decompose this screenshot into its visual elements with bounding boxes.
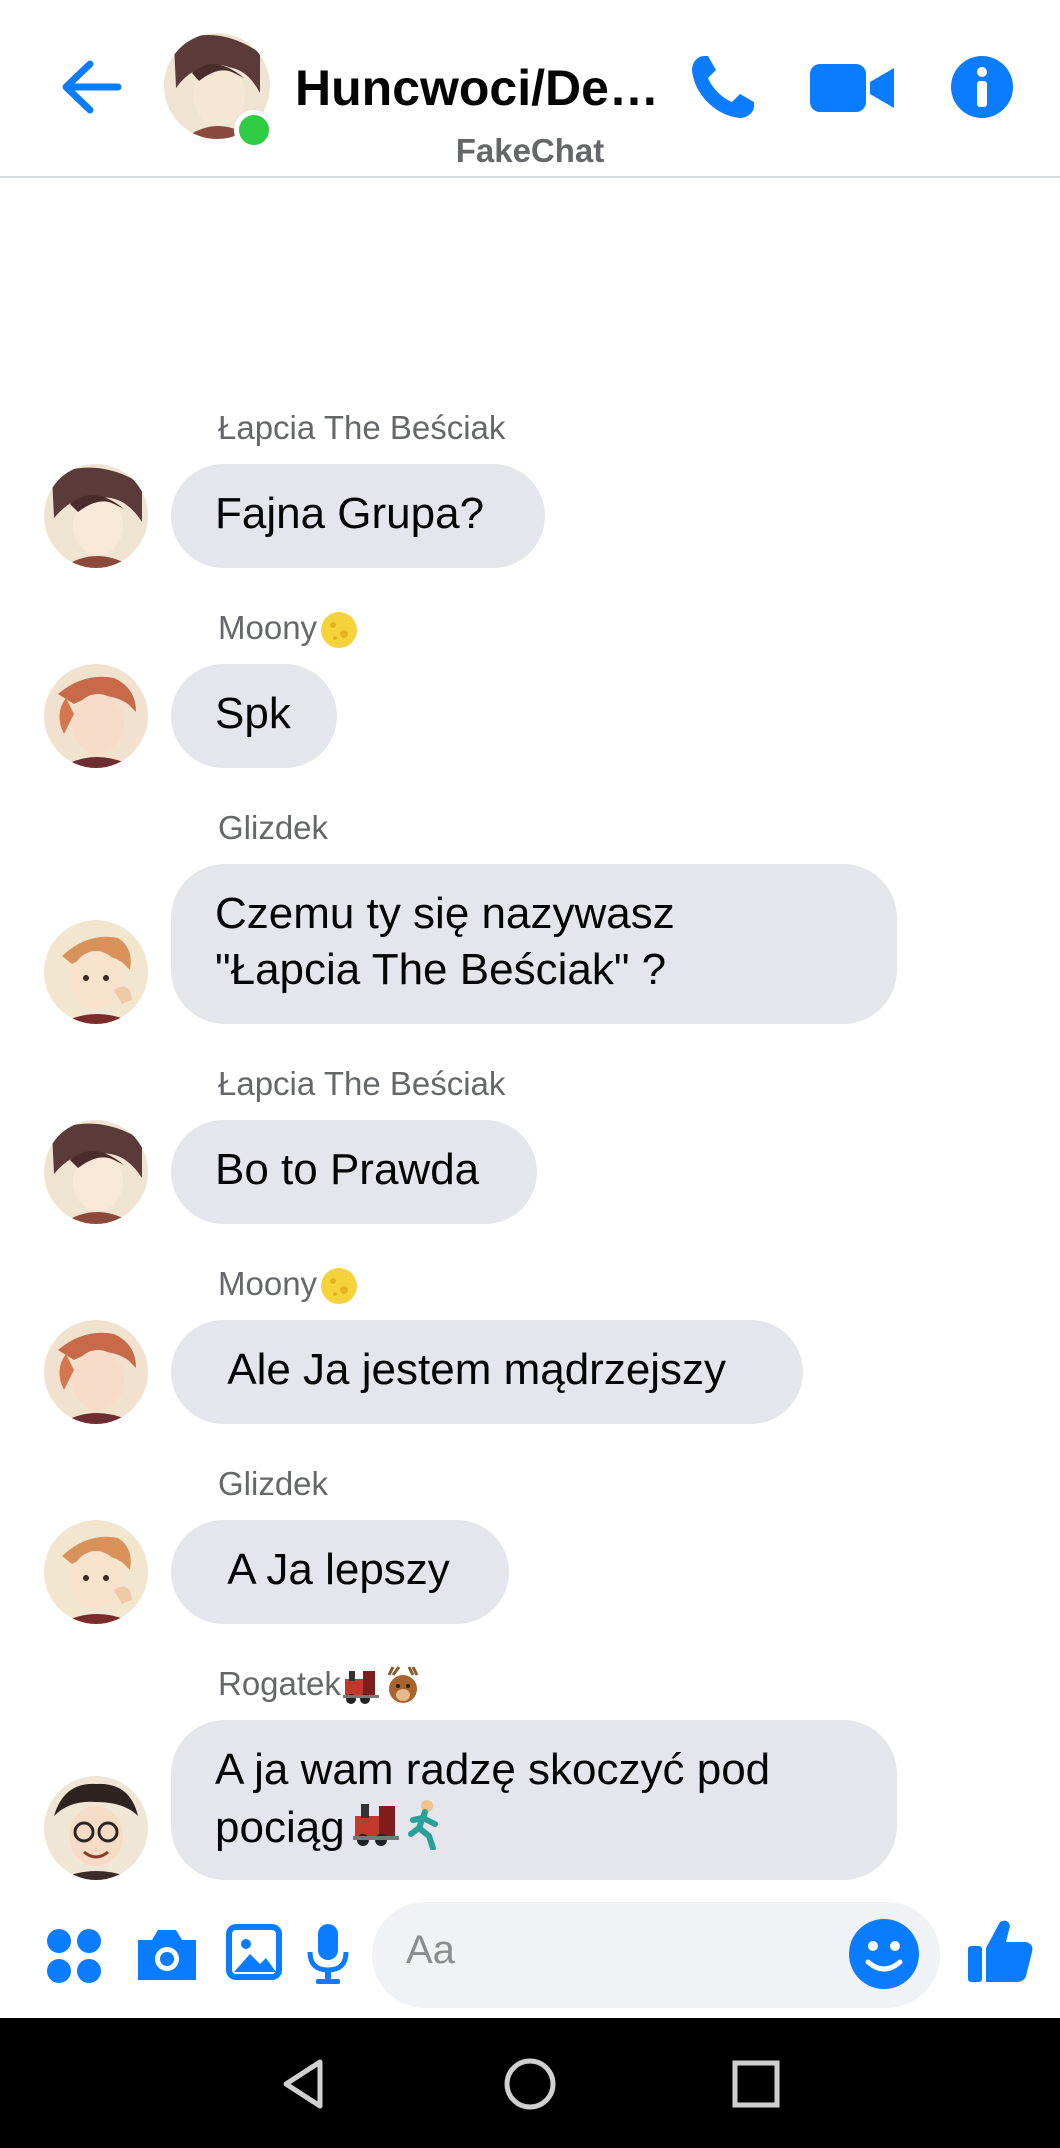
locomotive-and-runner-emoji-icon (352, 1800, 438, 1850)
camera-icon[interactable] (134, 1924, 200, 1984)
avatar-lapcia[interactable] (44, 1120, 148, 1224)
message-bubble[interactable]: Ale Ja jestem mądrzejszy (171, 1320, 803, 1424)
chat-title[interactable]: Huncwoci/Deb… (295, 58, 665, 118)
recents-square-icon[interactable] (728, 2056, 784, 2112)
home-circle-icon[interactable] (502, 2056, 558, 2112)
message-input[interactable]: Aa (372, 1902, 940, 2008)
system-navigation-bar (0, 2018, 1060, 2148)
avatar-rogatek[interactable] (44, 1776, 148, 1880)
message-input-placeholder: Aa (406, 1928, 455, 1972)
microphone-icon[interactable] (306, 1922, 350, 1986)
avatar-lapcia[interactable] (44, 464, 148, 568)
message-bubble[interactable]: Bo to Prawda (171, 1120, 537, 1224)
sender-name: Łapcia The Beściak (218, 1065, 506, 1102)
message-bubble[interactable]: Spk (171, 664, 337, 768)
message-bubble[interactable]: Fajna Grupa? (171, 464, 545, 568)
phone-icon[interactable] (684, 50, 760, 126)
avatar-glizdek[interactable] (44, 1520, 148, 1624)
avatar-moony[interactable] (44, 664, 148, 768)
message-bubble[interactable]: A ja wam radzę skoczyć pod pociąg (171, 1720, 897, 1880)
video-camera-icon[interactable] (808, 58, 896, 118)
apps-grid-icon[interactable] (46, 1928, 102, 1984)
message-bubble[interactable]: A Ja lepszy (171, 1520, 509, 1624)
sender-name: Moony (218, 1262, 359, 1306)
sender-name: Łapcia The Beściak (218, 409, 506, 446)
message-composer: Aa (0, 1898, 1060, 2018)
message-bubble[interactable]: Czemu ty się nazywasz "Łapcia The Beścia… (171, 864, 897, 1024)
chat-header: Huncwoci/Deb… FakeChat (0, 0, 1060, 178)
avatar-moony[interactable] (44, 1320, 148, 1424)
sender-name: Moony (218, 606, 359, 650)
back-arrow-icon[interactable] (56, 52, 126, 122)
thumbs-up-icon[interactable] (964, 1914, 1036, 1986)
locomotive-and-deer-emoji-icon (342, 1666, 419, 1705)
full-moon-emoji-icon (321, 612, 358, 649)
chat-subtitle: FakeChat (455, 132, 605, 169)
gallery-icon[interactable] (224, 1922, 284, 1982)
emoji-icon[interactable] (848, 1918, 920, 1990)
info-icon[interactable] (950, 55, 1014, 119)
sender-name: Glizdek (218, 1465, 329, 1502)
avatar-glizdek[interactable] (44, 920, 148, 1024)
full-moon-emoji-icon (321, 1268, 358, 1305)
back-triangle-icon[interactable] (276, 2056, 332, 2112)
sender-name: Glizdek (218, 809, 329, 846)
online-status-indicator (234, 110, 274, 150)
sender-name: Rogatek (218, 1662, 425, 1706)
message-list[interactable]: Łapcia The Beściak Fajna Grupa? Moony Sp… (0, 178, 1060, 1898)
